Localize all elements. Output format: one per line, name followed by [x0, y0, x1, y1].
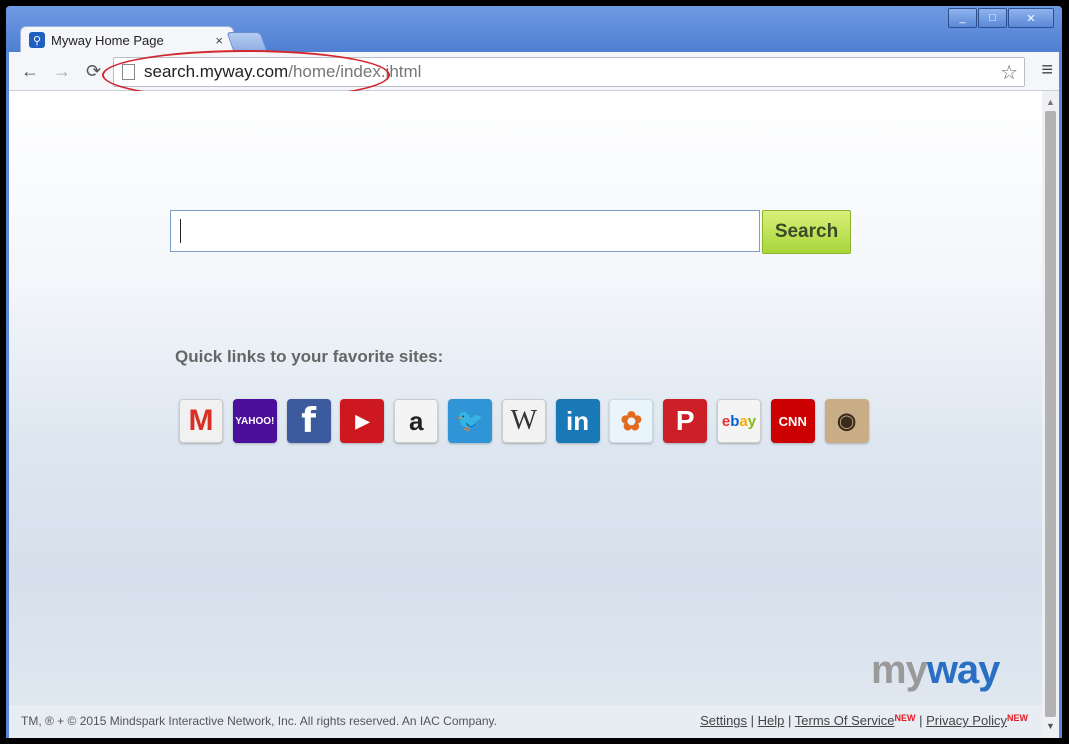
- page-content: Search Quick links to your favorite site…: [9, 91, 1042, 738]
- youtube-icon[interactable]: ▶: [340, 399, 385, 443]
- address-bar[interactable]: search.myway.com/home/index.jhtml ☆: [113, 57, 1025, 87]
- logo-way: way: [926, 648, 1001, 692]
- myway-logo: myway: [871, 648, 1001, 692]
- ebay-icon[interactable]: ebay: [716, 399, 761, 443]
- toolbar: ← → ⟳ search.myway.com/home/index.jhtml …: [9, 52, 1059, 91]
- yahoo-icon[interactable]: YAHOO!: [232, 399, 277, 443]
- copyright-text: TM, ® + © 2015 Mindspark Interactive Net…: [21, 714, 497, 728]
- help-link[interactable]: Help: [758, 713, 785, 728]
- quick-links-title: Quick links to your favorite sites:: [175, 347, 444, 366]
- browser-window: _ □ ✕ ⚲ Myway Home Page × ← → ⟳ search.m…: [6, 6, 1062, 738]
- wikipedia-icon[interactable]: W: [501, 399, 546, 443]
- tab-close-icon[interactable]: ×: [215, 33, 223, 48]
- scroll-thumb[interactable]: [1045, 111, 1056, 717]
- separator: |: [784, 713, 795, 728]
- separator: |: [915, 713, 927, 728]
- bookmark-star-icon[interactable]: ☆: [1000, 60, 1018, 85]
- privacy-link[interactable]: Privacy Policy: [926, 713, 1007, 728]
- menu-icon[interactable]: ≡: [1041, 60, 1053, 80]
- terms-link[interactable]: Terms Of Service: [795, 713, 895, 728]
- gmail-icon[interactable]: M: [179, 399, 223, 443]
- scroll-up-icon[interactable]: ▲: [1046, 97, 1055, 107]
- minimize-button[interactable]: _: [948, 8, 977, 28]
- footer-links: Settings | Help | Terms Of ServiceNEW | …: [700, 713, 1028, 728]
- search-favicon-icon: ⚲: [29, 32, 45, 48]
- scroll-down-icon[interactable]: ▼: [1046, 721, 1055, 731]
- quick-links-row: M YAHOO! f ▶ a 🐦 W in ✿ P ebay CNN ◉: [179, 399, 878, 443]
- instagram-icon[interactable]: ◉: [824, 399, 869, 443]
- close-window-button[interactable]: ✕: [1008, 8, 1054, 28]
- url-path: /home/index.jhtml: [288, 62, 422, 81]
- linkedin-icon[interactable]: in: [555, 399, 600, 443]
- vertical-scrollbar[interactable]: ▲ ▼: [1042, 91, 1059, 738]
- back-arrow-icon[interactable]: ←: [21, 61, 39, 81]
- new-badge: NEW: [1007, 713, 1028, 723]
- cnn-icon[interactable]: CNN: [770, 399, 815, 443]
- new-tab-button[interactable]: [226, 32, 268, 52]
- search-input[interactable]: [170, 210, 760, 252]
- url-host: search.myway.com: [144, 62, 289, 81]
- pinterest-icon[interactable]: P: [663, 399, 708, 443]
- page-icon: [122, 64, 135, 80]
- separator: |: [747, 713, 758, 728]
- settings-link[interactable]: Settings: [700, 713, 747, 728]
- twitter-icon[interactable]: 🐦: [447, 399, 492, 443]
- maximize-button[interactable]: □: [978, 8, 1007, 28]
- forward-arrow-icon[interactable]: →: [53, 61, 71, 81]
- amazon-icon[interactable]: a: [394, 399, 439, 443]
- tab-myway-home[interactable]: ⚲ Myway Home Page ×: [20, 26, 234, 53]
- new-badge: NEW: [894, 713, 916, 723]
- facebook-icon[interactable]: f: [286, 399, 331, 443]
- text-caret: [180, 219, 181, 243]
- window-controls: _ □ ✕: [947, 8, 1054, 28]
- logo-my: my: [871, 648, 928, 692]
- url-text[interactable]: search.myway.com/home/index.jhtml: [144, 62, 421, 82]
- footer: TM, ® + © 2015 Mindspark Interactive Net…: [9, 705, 1042, 738]
- msn-icon[interactable]: ✿: [609, 399, 654, 443]
- reload-icon[interactable]: ⟳: [86, 61, 101, 81]
- tab-title: Myway Home Page: [51, 32, 164, 48]
- search-button[interactable]: Search: [762, 210, 851, 254]
